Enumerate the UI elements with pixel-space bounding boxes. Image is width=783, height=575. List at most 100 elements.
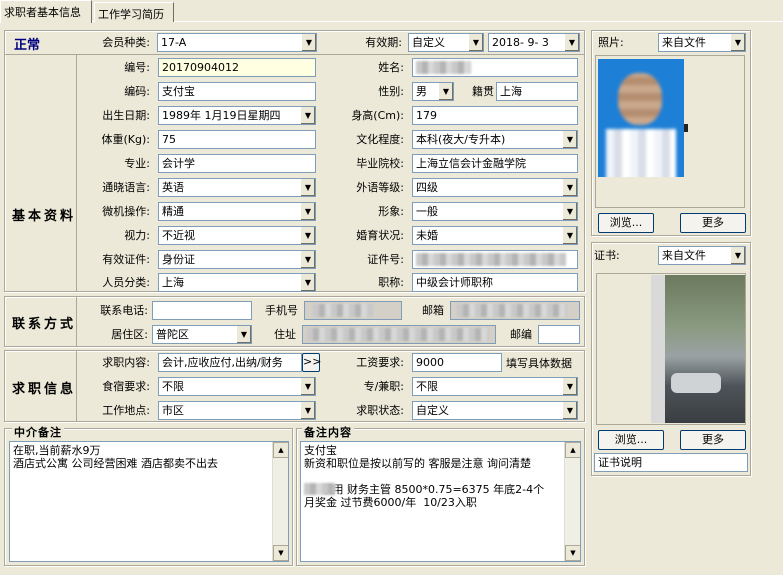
title-input[interactable]: 中级会计师职称 bbox=[412, 273, 578, 292]
chevron-down-icon[interactable]: ▼ bbox=[562, 402, 577, 419]
education-select[interactable]: 本科(夜大/专升本) ▼ bbox=[412, 130, 578, 149]
language-level-select[interactable]: 四级 ▼ bbox=[412, 178, 578, 197]
chevron-down-icon[interactable]: ▼ bbox=[730, 247, 745, 264]
chevron-down-icon[interactable]: ▼ bbox=[562, 378, 577, 395]
chevron-down-icon[interactable]: ▼ bbox=[300, 402, 315, 419]
chevron-down-icon[interactable]: ▼ bbox=[438, 83, 453, 100]
chevron-down-icon[interactable]: ▼ bbox=[300, 203, 315, 220]
chevron-down-icon[interactable]: ▼ bbox=[562, 179, 577, 196]
scrollbar[interactable]: ▲ ▼ bbox=[272, 442, 288, 561]
mobile-input[interactable] bbox=[304, 301, 402, 320]
birth-value: 1989年 1月19日星期四 bbox=[162, 109, 281, 122]
agency-notes-text: 在职,当前薪水9万 酒店式公寓 公司经营困难 酒店都卖不出去 bbox=[13, 444, 218, 470]
code-input[interactable]: 支付宝 bbox=[158, 82, 316, 101]
image-label: 形象: bbox=[378, 205, 404, 218]
validity-mode-select[interactable]: 自定义 ▼ bbox=[408, 33, 484, 52]
cert-more-button[interactable]: 更多 bbox=[680, 430, 746, 450]
chevron-down-icon[interactable]: ▼ bbox=[730, 34, 745, 51]
weight-label: 体重(Kg): bbox=[101, 133, 151, 146]
board-select[interactable]: 不限 ▼ bbox=[158, 377, 316, 396]
major-input[interactable]: 会计学 bbox=[158, 154, 316, 173]
vision-select[interactable]: 不近视 ▼ bbox=[158, 226, 316, 245]
native-input[interactable]: 上海 bbox=[496, 82, 578, 101]
vision-label: 视力: bbox=[124, 229, 150, 242]
member-type-select[interactable]: 17-A ▼ bbox=[157, 33, 317, 52]
district-label: 居住区: bbox=[111, 328, 148, 341]
education-label: 文化程度: bbox=[356, 133, 404, 146]
work-location-label: 工作地点: bbox=[102, 404, 150, 417]
chevron-down-icon[interactable]: ▼ bbox=[300, 251, 315, 268]
tab-basic-info[interactable]: 求职者基本信息 bbox=[0, 0, 92, 23]
photo-label: 照片: bbox=[598, 36, 624, 49]
district-select[interactable]: 普陀区 ▼ bbox=[152, 325, 252, 344]
birth-label: 出生日期: bbox=[102, 109, 150, 122]
chevron-down-icon[interactable]: ▼ bbox=[562, 131, 577, 148]
validity-date-value: 2018- 9- 3 bbox=[492, 36, 549, 49]
email-input[interactable] bbox=[450, 301, 580, 320]
birth-date-picker[interactable]: 1989年 1月19日星期四 ▼ bbox=[158, 106, 316, 125]
scrollbar[interactable]: ▲ ▼ bbox=[564, 442, 580, 561]
chevron-down-icon[interactable]: ▼ bbox=[300, 179, 315, 196]
phone-input[interactable] bbox=[152, 301, 252, 320]
salary-input[interactable]: 9000 bbox=[412, 353, 502, 372]
address-input[interactable] bbox=[302, 325, 496, 344]
number-input[interactable]: 20170904012 bbox=[158, 58, 316, 77]
chevron-down-icon[interactable]: ▼ bbox=[236, 326, 251, 343]
job-content-label: 求职内容: bbox=[102, 356, 150, 369]
remark-textarea[interactable]: 支付宝 新资和职位是按以前写的 客服是注意 询问清楚 录用 财务主管 8500*… bbox=[300, 441, 581, 562]
email-label: 邮箱 bbox=[422, 304, 444, 317]
validity-date-picker[interactable]: 2018- 9- 3 ▼ bbox=[488, 33, 580, 52]
address-label: 住址 bbox=[274, 328, 296, 341]
photo-speck bbox=[684, 124, 688, 132]
scroll-down-icon[interactable]: ▼ bbox=[565, 545, 580, 561]
tab-basic-info-label: 求职者基本信息 bbox=[4, 6, 81, 19]
chevron-down-icon[interactable]: ▼ bbox=[468, 34, 483, 51]
category-select[interactable]: 上海 ▼ bbox=[158, 273, 316, 292]
id-type-select[interactable]: 身份证 ▼ bbox=[158, 250, 316, 269]
chevron-down-icon[interactable]: ▼ bbox=[562, 227, 577, 244]
tab-work-history[interactable]: 工作学习简历 bbox=[94, 2, 174, 22]
school-input[interactable]: 上海立信会计金融学院 bbox=[412, 154, 578, 173]
photo-browse-button[interactable]: 浏览... bbox=[598, 213, 654, 233]
phone-label: 联系电话: bbox=[100, 304, 148, 317]
weight-input[interactable]: 75 bbox=[158, 130, 316, 149]
chevron-down-icon[interactable]: ▼ bbox=[301, 34, 316, 51]
member-type-value: 17-A bbox=[161, 36, 187, 49]
photo-more-button[interactable]: 更多 bbox=[680, 213, 746, 233]
zip-input[interactable] bbox=[538, 325, 580, 344]
photo-source-select[interactable]: 来自文件 ▼ bbox=[658, 33, 746, 52]
chevron-down-icon[interactable]: ▼ bbox=[300, 227, 315, 244]
agency-notes-textarea[interactable]: 在职,当前薪水9万 酒店式公寓 公司经营困难 酒店都卖不出去 ▲ ▼ bbox=[9, 441, 289, 562]
chevron-down-icon[interactable]: ▼ bbox=[564, 34, 579, 51]
name-input[interactable] bbox=[412, 58, 578, 77]
category-label: 人员分类: bbox=[102, 276, 150, 289]
parttime-select[interactable]: 不限 ▼ bbox=[412, 377, 578, 396]
chevron-down-icon[interactable]: ▼ bbox=[562, 203, 577, 220]
job-status-select[interactable]: 自定义 ▼ bbox=[412, 401, 578, 420]
marital-select[interactable]: 未婚 ▼ bbox=[412, 226, 578, 245]
height-input[interactable]: 179 bbox=[412, 106, 578, 125]
height-label: 身高(Cm): bbox=[351, 109, 404, 122]
id-number-input[interactable] bbox=[412, 250, 578, 269]
work-location-select[interactable]: 市区 ▼ bbox=[158, 401, 316, 420]
language-select[interactable]: 英语 ▼ bbox=[158, 178, 316, 197]
chevron-down-icon[interactable]: ▼ bbox=[300, 378, 315, 395]
chevron-down-icon[interactable]: ▼ bbox=[300, 274, 315, 291]
photo-face bbox=[618, 73, 662, 125]
cert-browse-button[interactable]: 浏览... bbox=[598, 430, 664, 450]
scroll-up-icon[interactable]: ▲ bbox=[565, 442, 580, 458]
cert-source-select[interactable]: 来自文件 ▼ bbox=[658, 246, 746, 265]
job-content-more-button[interactable]: >> bbox=[302, 353, 321, 372]
redacted-block bbox=[313, 304, 373, 317]
job-content-input[interactable]: 会计,应收应付,出纳/财务 bbox=[158, 353, 302, 372]
scroll-down-icon[interactable]: ▼ bbox=[273, 545, 288, 561]
cert-description-input[interactable]: 证书说明 bbox=[594, 453, 748, 472]
computer-select[interactable]: 精通 ▼ bbox=[158, 202, 316, 221]
cert-frame bbox=[596, 273, 746, 425]
gender-select[interactable]: 男 ▼ bbox=[412, 82, 454, 101]
chevron-down-icon[interactable]: ▼ bbox=[300, 107, 315, 124]
image-select[interactable]: 一般 ▼ bbox=[412, 202, 578, 221]
remark-text: 支付宝 新资和职位是按以前写的 客服是注意 询问清楚 录用 财务主管 8500*… bbox=[304, 444, 545, 509]
divider bbox=[76, 54, 77, 292]
scroll-up-icon[interactable]: ▲ bbox=[273, 442, 288, 458]
